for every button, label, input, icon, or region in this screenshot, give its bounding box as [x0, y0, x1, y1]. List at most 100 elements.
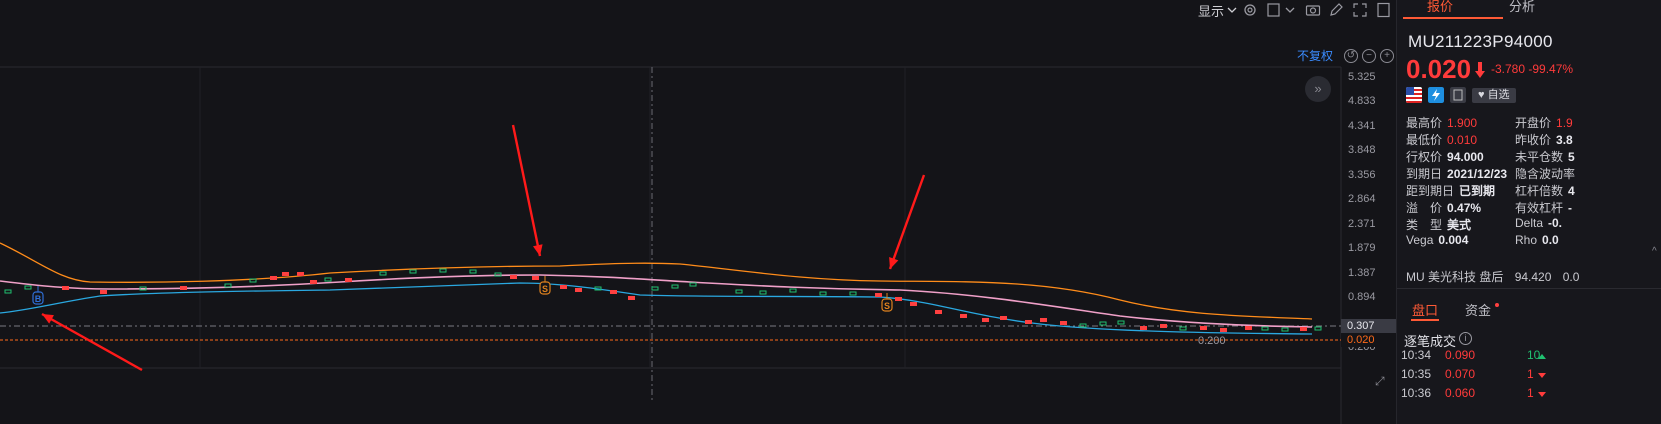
arrow-down-icon	[1475, 62, 1485, 78]
up-candle	[345, 278, 352, 282]
reset-icon[interactable]: ↺	[1344, 49, 1358, 63]
quote-field: 有效杠杆 -	[1515, 199, 1572, 216]
down-candle	[379, 271, 387, 276]
display-label: 显示	[1198, 3, 1225, 19]
up-candle	[982, 318, 989, 322]
underlying-price: 94.420	[1514, 270, 1552, 284]
window-icon[interactable]	[1376, 2, 1392, 18]
chart-grid	[0, 66, 1342, 424]
down-candle	[671, 284, 679, 289]
up-candle	[628, 296, 635, 300]
lightning-icon	[1428, 87, 1444, 103]
field-value: 0.010	[1447, 133, 1478, 147]
fullscreen-icon[interactable]	[1352, 2, 1368, 18]
underlying-name: MU 美光科技 盘后	[1406, 270, 1504, 284]
divider	[1397, 288, 1661, 289]
down-candle	[789, 288, 797, 293]
down-candle	[849, 291, 857, 296]
y-tick-label: 1.387	[1348, 267, 1376, 279]
add-watchlist-button[interactable]: ♥ 自选	[1472, 87, 1516, 103]
down-candle	[1281, 327, 1289, 332]
up-candle	[1300, 327, 1307, 331]
low-marker-label: 0.200	[1198, 335, 1226, 347]
y-axis: 5.325 4.833 4.341 3.848 3.356 2.864 2.371 1.879…	[1198, 71, 1376, 353]
price-change: -3.780 -99.47%	[1491, 62, 1573, 76]
buy-marker[interactable]: B	[32, 286, 44, 305]
up-candle	[1060, 321, 1067, 325]
quote-field: 最低价 0.010	[1406, 131, 1477, 148]
up-candle	[62, 286, 69, 290]
field-label: 未平仓数	[1515, 150, 1564, 164]
underlying-quote[interactable]: MU 美光科技 盘后 94.420 0.0	[1406, 268, 1579, 285]
quote-field: 杠杆倍数 4	[1515, 182, 1575, 199]
down-candle	[4, 289, 12, 294]
field-label: Delta	[1515, 216, 1544, 230]
field-value: -	[1568, 201, 1573, 215]
down-candle	[1179, 326, 1187, 331]
option-symbol: MU211223P94000	[1408, 32, 1553, 51]
chart-toolbar: 显示	[0, 0, 1396, 20]
quote-tabs: 报价 分析	[1397, 0, 1661, 20]
price-chart[interactable]: 5.325 4.833 4.341 3.848 3.356 2.864 2.371 1.879…	[0, 0, 1396, 424]
tick-row: 10:36 0.060 1	[1401, 386, 1661, 403]
camera-icon[interactable]	[1305, 2, 1321, 18]
up-candle	[282, 272, 289, 276]
up-candle	[1025, 320, 1032, 324]
watch-label: 自选	[1487, 88, 1510, 101]
arrow-head	[889, 257, 899, 269]
notification-dot	[1495, 303, 1499, 307]
underlying-change: 0.0	[1562, 270, 1580, 284]
up-candle	[310, 280, 317, 284]
tick-row: 10:34 0.090 10	[1401, 348, 1661, 365]
quote-field: 最高价 1.900	[1406, 114, 1477, 131]
quote-field: 类 型美式	[1406, 216, 1471, 233]
field-value: -0.	[1548, 216, 1563, 230]
down-candle	[439, 268, 447, 273]
sell-marker[interactable]: S	[539, 276, 551, 295]
zoom-in-icon[interactable]: +	[1380, 49, 1394, 63]
chevron-up-icon[interactable]: ^	[1652, 246, 1657, 257]
pencil-icon[interactable]	[1328, 2, 1344, 18]
adjust-toggle[interactable]: 不复权	[1297, 47, 1333, 64]
quote-field: 到期日 2021/12/23	[1406, 165, 1507, 182]
down-candle	[735, 289, 743, 294]
field-value: 0.47%	[1447, 201, 1482, 215]
field-value: 3.8	[1556, 133, 1573, 147]
layout-menu[interactable]	[1266, 2, 1298, 18]
info-icon[interactable]: i	[1459, 332, 1472, 345]
annotation-arrow	[511, 124, 542, 257]
down-candle	[1099, 321, 1107, 326]
expand-icon[interactable]: ⤢	[1375, 374, 1385, 389]
gear-icon[interactable]	[1242, 2, 1258, 18]
display-menu[interactable]: 显示	[1198, 2, 1240, 19]
tab-capital[interactable]: 资金	[1465, 300, 1491, 319]
tick-time: 10:34	[1401, 348, 1432, 362]
field-label: 到期日	[1406, 167, 1443, 181]
tab-orderbook[interactable]: 盘口	[1412, 300, 1438, 319]
field-label: 行权价	[1406, 150, 1443, 164]
up-candle	[895, 297, 902, 301]
up-candle	[1140, 326, 1147, 330]
tick-row: 10:35 0.070 1	[1401, 367, 1661, 384]
down-candle	[759, 290, 767, 295]
chart-panel[interactable]: 5.325 4.833 4.341 3.848 3.356 2.864 2.371 1.879…	[0, 0, 1396, 424]
down-candle	[409, 269, 417, 274]
up-candle	[875, 293, 882, 297]
arrow-head	[532, 244, 543, 256]
up-candle	[297, 272, 304, 276]
up-candle	[910, 302, 917, 306]
tick-time: 10:35	[1401, 367, 1432, 381]
tab-analysis[interactable]: 分析	[1509, 0, 1535, 20]
y-tick-label: 4.833	[1348, 95, 1376, 107]
triangle-down-icon	[1538, 392, 1546, 397]
sell-marker[interactable]: S	[881, 293, 893, 312]
chevron-down-icon	[1285, 7, 1295, 13]
middle-band-line	[0, 274, 1313, 328]
tick-qty: 1	[1527, 386, 1534, 400]
quote-field: 溢 价 0.47%	[1406, 199, 1481, 216]
zoom-out-icon[interactable]: −	[1362, 49, 1376, 63]
up-candle	[1000, 316, 1007, 320]
collapse-panel-button[interactable]: »	[1305, 76, 1331, 102]
up-candle	[100, 290, 107, 294]
quote-field: 隐含波动率	[1515, 165, 1580, 182]
